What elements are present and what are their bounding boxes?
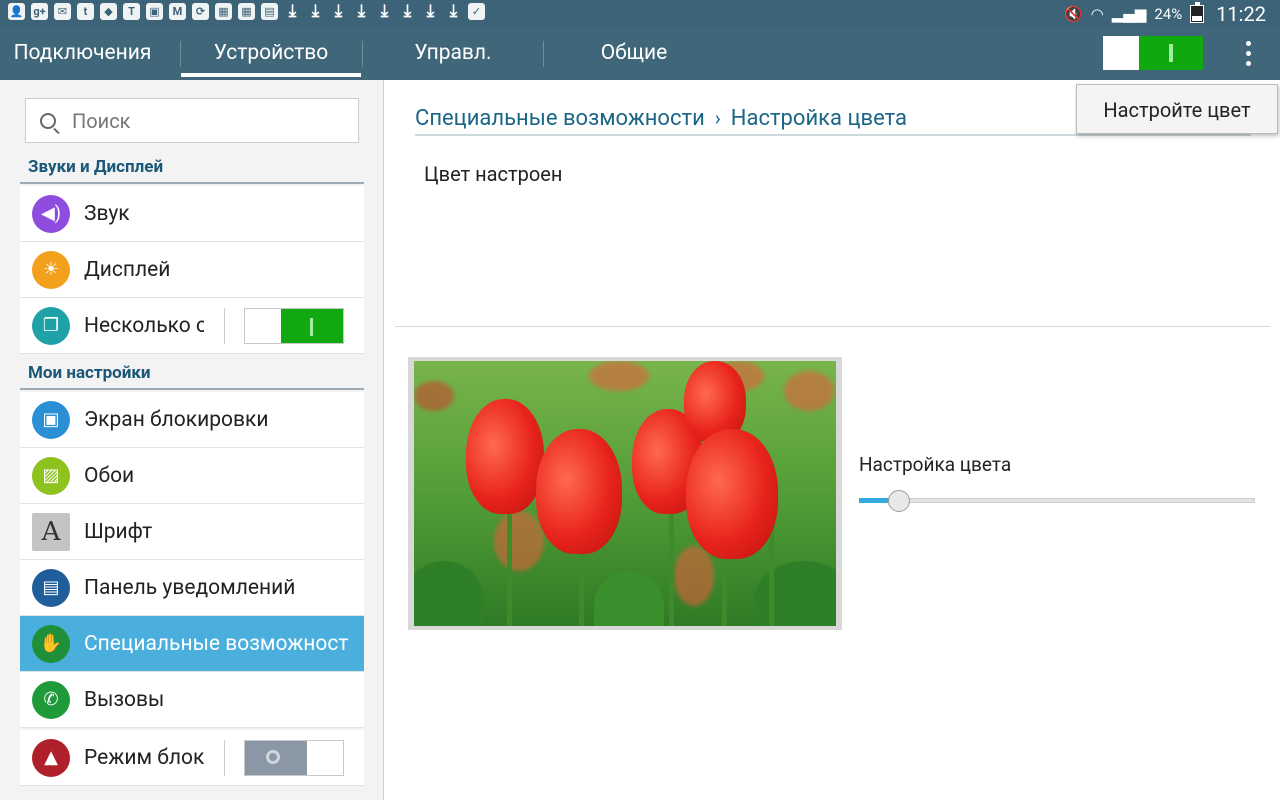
divider: [224, 740, 225, 776]
mail-icon: ✉: [54, 3, 71, 20]
person-icon: 👤: [8, 3, 25, 20]
preview-image: [408, 357, 842, 630]
sidebar-item-lock-screen[interactable]: ▣ Экран блокировки: [20, 392, 364, 448]
bag-icon: ✓: [468, 3, 485, 20]
sidebar: Звуки и Дисплей ◀) Звук ☀ Дисплей ❐ Неск…: [0, 80, 384, 800]
store-icon: ▦: [215, 3, 232, 20]
search-box[interactable]: [25, 98, 359, 143]
sidebar-item-font[interactable]: A Шрифт: [20, 504, 364, 560]
download-icon: ⤓: [380, 1, 389, 21]
sidebar-item-block-mode[interactable]: ▲ Режим блокировки: [20, 730, 364, 786]
sidebar-item-display[interactable]: ☀ Дисплей: [20, 242, 364, 298]
document-icon: ▤: [261, 3, 278, 20]
status-text: Цвет настроен: [424, 162, 563, 186]
sidebar-item-calls[interactable]: ✆ Вызовы: [20, 672, 364, 728]
sidebar-item-label: Звук: [84, 201, 130, 226]
signal-icon: ▂▄▆: [1111, 5, 1147, 23]
sidebar-item-sound[interactable]: ◀) Звук: [20, 186, 364, 242]
multi-window-icon: ❐: [32, 306, 70, 345]
dot: [1246, 41, 1251, 46]
battery-icon: [1190, 2, 1205, 23]
block-mode-switch[interactable]: [244, 740, 344, 776]
image-icon: ▣: [146, 3, 163, 20]
clock: 11:22: [1216, 2, 1266, 26]
color-adjust-slider[interactable]: [859, 490, 1255, 512]
dot: [1246, 61, 1251, 66]
mute-icon: 🔇: [1063, 5, 1083, 23]
battery-text: 24%: [1154, 5, 1183, 23]
tulips-image: [414, 361, 836, 626]
tab-controls[interactable]: Управл.: [363, 26, 543, 80]
sidebar-item-label: Шрифт: [84, 519, 153, 544]
dot: [1246, 51, 1251, 56]
tab-general[interactable]: Общие: [544, 26, 724, 80]
divider: [395, 326, 1270, 327]
tab-device[interactable]: Устройство: [181, 26, 361, 80]
sidebar-item-label: Вызовы: [84, 687, 165, 712]
sidebar-item-label: Панель уведомлений: [84, 575, 296, 600]
sidebar-item-accessibility[interactable]: ✋ Специальные возможности: [20, 616, 364, 672]
slider-label: Настройка цвета: [859, 453, 1012, 476]
slider-track: [859, 498, 1255, 503]
tab-connections[interactable]: Подключения: [0, 26, 165, 80]
hand-icon: ✋: [32, 624, 70, 663]
speaker-icon: ◀): [32, 194, 70, 233]
store-icon: ▦: [238, 3, 255, 20]
sidebar-item-wallpaper[interactable]: ▨ Обои: [20, 448, 364, 504]
download-icon: ⤓: [311, 1, 320, 21]
search-icon: [40, 112, 56, 129]
master-switch[interactable]: [1103, 36, 1203, 70]
wallpaper-icon: ▨: [32, 456, 70, 495]
sidebar-item-label: Режим блокировки: [84, 745, 204, 770]
sidebar-item-notification-panel[interactable]: ▤ Панель уведомлений: [20, 560, 364, 616]
status-bar: 👤 g+ ✉ t ◆ T ▣ M ⟳ ▦ ▦ ▤ ⤓ ⤓ ⤓ ⤓ ⤓ ⤓ ⤓ ⤓ ✓ 🔇 ◠ ▂▄▆ 24% 11:22: [0, 0, 1280, 26]
brightness-icon: ☀: [32, 250, 70, 289]
divider: [224, 308, 225, 344]
section-header-my-settings: Мои настройки: [20, 362, 364, 390]
font-icon: A: [32, 512, 70, 551]
notification-icons: 👤 g+ ✉ t ◆ T ▣ M ⟳ ▦ ▦ ▤ ⤓ ⤓ ⤓ ⤓ ⤓ ⤓ ⤓ ⤓ ✓: [8, 3, 485, 23]
download-icon: ⤓: [403, 1, 412, 21]
more-options-icon[interactable]: [1235, 37, 1261, 69]
google-plus-icon: g+: [31, 3, 48, 20]
sidebar-item-label: Обои: [84, 463, 135, 488]
status-right: 🔇 ◠ ▂▄▆ 24% 11:22: [1064, 2, 1266, 26]
sidebar-item-label: Специальные возможности: [84, 631, 349, 656]
sidebar-item-label: Экран блокировки: [84, 407, 269, 432]
chevron-right-icon: ›: [714, 106, 721, 130]
breadcrumb-current: Настройка цвета: [730, 106, 907, 131]
phone-icon: ✆: [32, 680, 70, 719]
sidebar-item-label: Несколько окон: [84, 313, 204, 338]
section-header-sound-display: Звуки и Дисплей: [20, 156, 364, 184]
content-pane: Специальные возможности › Настройка цвет…: [385, 80, 1280, 800]
tab-bar: Подключения Устройство Управл. Общие: [0, 26, 1280, 80]
switch-off-side: [1103, 36, 1139, 70]
download-icon: ⤓: [357, 1, 366, 21]
gmail-icon: M: [169, 3, 186, 20]
search-input[interactable]: [72, 108, 332, 133]
wifi-icon: ◠: [1090, 5, 1104, 23]
notification-panel-icon: ▤: [32, 568, 70, 607]
multi-window-switch[interactable]: [244, 308, 344, 344]
dropbox-icon: ◆: [100, 3, 117, 20]
breadcrumb-parent[interactable]: Специальные возможности: [415, 106, 705, 131]
download-icon: ⤓: [449, 1, 458, 21]
download-icon: ⤓: [426, 1, 435, 21]
switch-on-side: [1139, 36, 1203, 70]
sync-icon: ⟳: [192, 3, 209, 20]
twitter-icon: t: [77, 3, 94, 20]
download-icon: ⤓: [334, 1, 343, 21]
slider-thumb[interactable]: [887, 490, 910, 512]
sidebar-item-multi-window[interactable]: ❐ Несколько окон: [20, 298, 364, 354]
adjust-color-menu-item[interactable]: Настройте цвет: [1076, 84, 1278, 134]
nyt-icon: T: [123, 3, 140, 20]
download-icon: ⤓: [288, 1, 297, 21]
sidebar-item-label: Дисплей: [84, 257, 171, 282]
lock-screen-icon: ▣: [32, 400, 70, 439]
block-mode-icon: ▲: [32, 738, 70, 777]
